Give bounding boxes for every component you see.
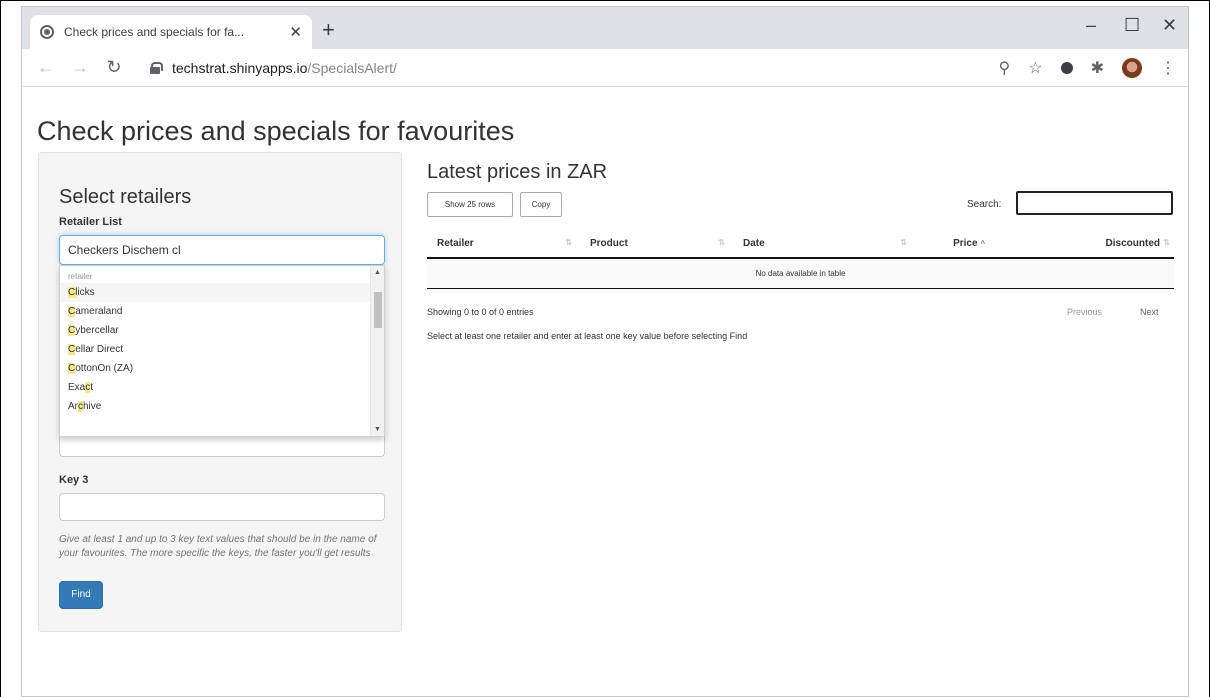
search-input[interactable]: [1016, 191, 1173, 215]
previous-page-button[interactable]: Previous: [1067, 307, 1102, 317]
lock-icon[interactable]: [150, 61, 163, 74]
results-table: Retailer ⇅ Product ⇅ Date ⇅ Price ^ Discoun…: [427, 230, 1174, 289]
help-text: Give at least 1 and up to 3 key text val…: [59, 534, 377, 559]
page-content: Check prices and specials for favourites…: [22, 88, 1188, 696]
dropdown-option[interactable]: Cameraland: [60, 302, 384, 321]
dropdown-option[interactable]: Clicks: [60, 283, 384, 302]
minimize-button[interactable]: –: [1086, 15, 1096, 36]
page-title: Check prices and specials for favourites: [37, 116, 515, 146]
maximize-button[interactable]: ☐: [1124, 15, 1140, 36]
profile-avatar[interactable]: [1122, 58, 1142, 78]
scroll-down-icon[interactable]: ▼: [374, 426, 381, 433]
reload-icon[interactable]: ↻: [104, 57, 124, 78]
column-header-retailer[interactable]: Retailer ⇅: [427, 230, 580, 259]
address-bar[interactable]: techstrat.shinyapps.io/SpecialsAlert/: [172, 60, 397, 76]
browser-toolbar: ← → ↻ techstrat.shinyapps.io/SpecialsAle…: [22, 49, 1188, 87]
key-3-input[interactable]: [59, 493, 385, 521]
dropdown-option[interactable]: Archive: [60, 397, 384, 416]
extension-icon[interactable]: [1060, 62, 1073, 74]
url-host: techstrat.shinyapps.io: [172, 59, 308, 76]
dropdown-option[interactable]: Cellar Direct: [60, 340, 384, 359]
retailer-dropdown: retailer Clicks Cameraland Cybercellar Cell…: [59, 265, 385, 437]
browser-window: Check prices and specials for fa... ✕ + …: [21, 6, 1189, 697]
show-rows-button[interactable]: Show 25 rows: [427, 192, 513, 217]
find-button[interactable]: Find: [59, 581, 103, 609]
bookmark-star-icon[interactable]: ☆: [1028, 58, 1042, 78]
tab-close-icon[interactable]: ✕: [289, 23, 302, 41]
extensions-puzzle-icon[interactable]: ✱: [1091, 58, 1104, 78]
dropdown-scrollbar[interactable]: ▲ ▼: [370, 266, 384, 436]
key-3-label: Key 3: [59, 474, 89, 486]
zoom-icon[interactable]: ⚲: [999, 58, 1011, 78]
sidebar-heading: Select retailers: [59, 186, 192, 208]
scroll-up-icon[interactable]: ▲: [374, 269, 381, 276]
key-2-input[interactable]: [59, 435, 385, 457]
copy-button[interactable]: Copy: [520, 192, 562, 217]
new-tab-button[interactable]: +: [322, 17, 335, 43]
forward-arrow-icon[interactable]: →: [70, 57, 90, 78]
retailer-select-input[interactable]: Checkers Dischem cl: [59, 235, 385, 265]
table-row: No data available in table: [427, 258, 1174, 289]
next-page-button[interactable]: Next: [1140, 307, 1159, 317]
column-header-product[interactable]: Product ⇅: [580, 230, 733, 259]
back-arrow-icon[interactable]: ←: [36, 57, 56, 78]
column-header-date[interactable]: Date ⇅: [733, 230, 915, 259]
site-favicon-icon: [40, 25, 54, 39]
retailer-list-label: Retailer List: [59, 216, 122, 228]
dropdown-group-header: retailer: [68, 272, 93, 281]
column-header-discounted[interactable]: Discounted ⇅: [1075, 230, 1174, 259]
scroll-thumb[interactable]: [374, 292, 382, 328]
browser-tab[interactable]: Check prices and specials for fa... ✕: [30, 15, 312, 49]
dropdown-option[interactable]: CottonOn (ZA): [60, 359, 384, 378]
menu-kebab-icon[interactable]: ⋮: [1160, 58, 1176, 78]
dropdown-option[interactable]: Cybercellar: [60, 321, 384, 340]
tab-title: Check prices and specials for fa...: [64, 25, 245, 39]
results-title: Latest prices in ZAR: [427, 161, 608, 183]
search-label: Search:: [967, 199, 1002, 210]
empty-table-message: No data available in table: [427, 258, 1174, 289]
close-window-button[interactable]: ✕: [1162, 15, 1177, 36]
url-path: /SpecialsAlert/: [307, 59, 397, 76]
column-header-price[interactable]: Price ^: [915, 230, 1075, 259]
instruction-note: Select at least one retailer and enter a…: [427, 331, 748, 341]
dropdown-option[interactable]: Exact: [60, 378, 384, 397]
sidebar-panel: Select retailers Retailer List Checkers …: [38, 152, 402, 632]
table-info: Showing 0 to 0 of 0 entries: [427, 307, 534, 317]
tab-strip: Check prices and specials for fa... ✕ + …: [22, 7, 1188, 49]
